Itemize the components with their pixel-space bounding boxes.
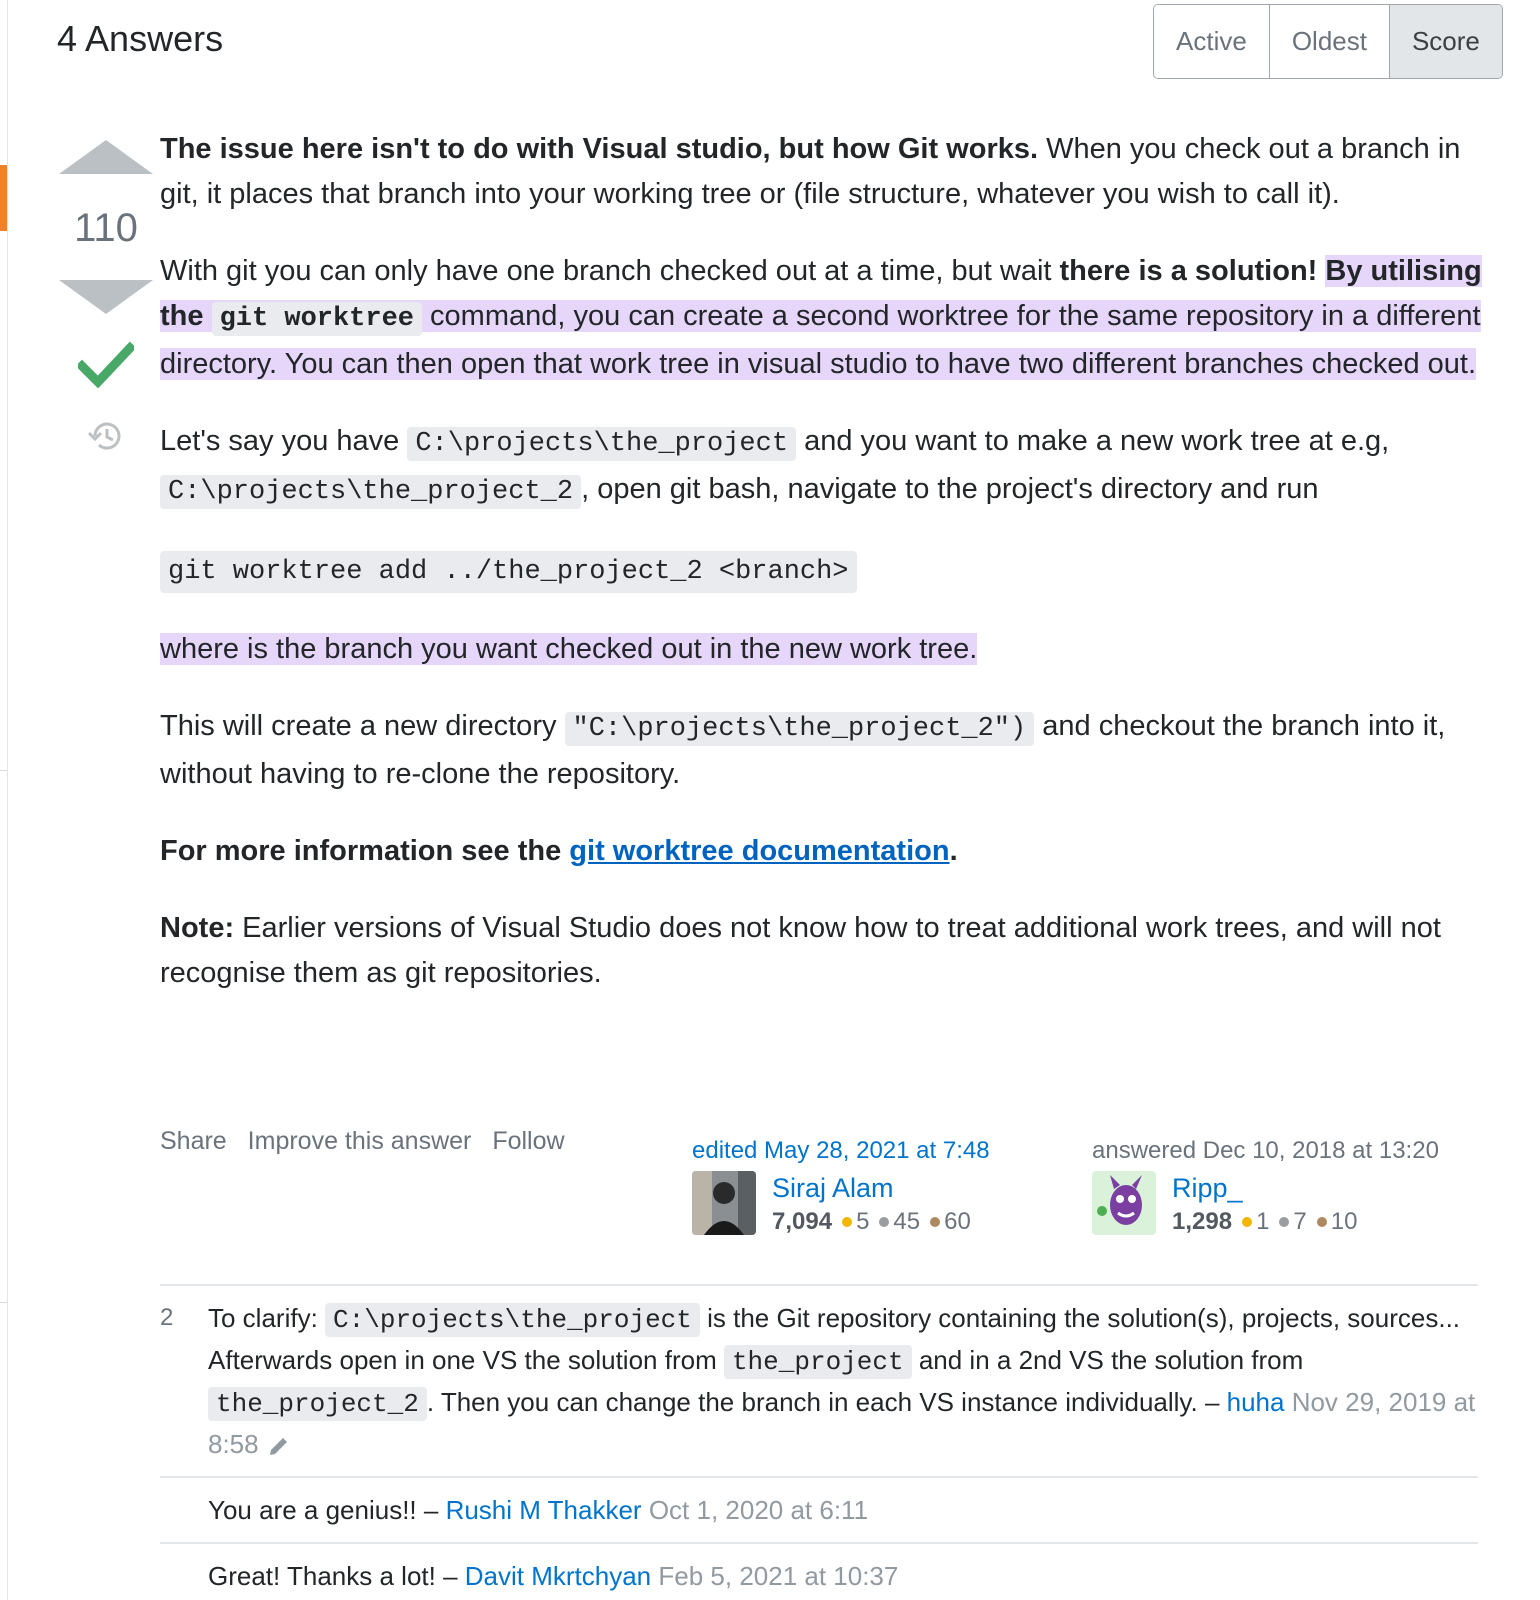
comment-body: To clarify: C:\projects\the_project is t…: [208, 1298, 1478, 1464]
bronze-badge-count: 10: [1330, 1208, 1358, 1235]
silver-badge-icon: [1279, 1216, 1290, 1227]
silver-badge-count: 7: [1293, 1208, 1307, 1235]
answer-paragraph: where is the branch you want checked out…: [160, 627, 1490, 672]
gold-badge-icon: [842, 1216, 853, 1227]
sort-tabs: Active Oldest Score: [1153, 4, 1503, 79]
answer-paragraph: This will create a new directory "C:\pro…: [160, 704, 1490, 797]
silver-badge-icon: [879, 1216, 890, 1227]
paragraph-text: This will create a new directory: [160, 710, 565, 742]
comment-score: [160, 1490, 208, 1530]
comment-text: . Then you can change the branch in each…: [426, 1387, 1227, 1417]
comment-text: You are a genius!! –: [208, 1495, 446, 1525]
paragraph-text: With git you can only have one branch ch…: [160, 255, 1060, 287]
emphasis-text: there is a solution!: [1059, 255, 1318, 287]
gold-badge-count: 5: [856, 1208, 870, 1235]
user-reputation: 1,298 1 7 10: [1172, 1205, 1357, 1239]
inline-code: the_project_2: [208, 1387, 427, 1421]
code-block-text: git worktree add ../the_project_2 <branc…: [160, 551, 857, 593]
edited-timestamp-link[interactable]: edited May 28, 2021 at 7:48: [692, 1137, 990, 1165]
code-block: git worktree add ../the_project_2 <branc…: [160, 547, 1490, 593]
inline-code: git worktree: [211, 302, 422, 336]
comment-text: To clarify:: [208, 1303, 326, 1333]
comment-item: 2 To clarify: C:\projects\the_project is…: [160, 1286, 1478, 1478]
comments-list: 2 To clarify: C:\projects\the_project is…: [160, 1284, 1478, 1600]
reputation-score: 1,298: [1172, 1208, 1233, 1235]
gold-badge-icon: [1242, 1216, 1253, 1227]
comment-body: You are a genius!! – Rushi M Thakker Oct…: [208, 1490, 1478, 1530]
emphasis-text: Note:: [160, 912, 235, 944]
answer-paragraph: Let's say you have C:\projects\the_proje…: [160, 419, 1490, 515]
reputation-score: 7,094: [772, 1208, 833, 1235]
post-menu: Share Improve this answer Follow: [160, 1127, 579, 1156]
vote-cell: 110: [58, 140, 154, 454]
user-reputation: 7,094 5 45 60: [772, 1205, 971, 1239]
paragraph-text: , open git bash, navigate to the project…: [581, 473, 1319, 505]
arrow-down-icon[interactable]: [59, 280, 153, 314]
answers-page: 4 Answers Active Oldest Score 110 The is…: [0, 0, 1540, 1600]
emphasis-text: .: [949, 835, 958, 867]
history-icon[interactable]: [86, 418, 126, 454]
sort-tab-active[interactable]: Active: [1154, 5, 1270, 78]
arrow-up-icon[interactable]: [59, 140, 153, 174]
answer-body: The issue here isn't to do with Visual s…: [160, 127, 1490, 1028]
avatar[interactable]: [1092, 1171, 1156, 1235]
left-sidebar-accent: [0, 165, 7, 231]
comment-user-link[interactable]: huha: [1227, 1387, 1285, 1417]
left-sidebar-border: [7, 0, 8, 1600]
bronze-badge-icon: [1316, 1216, 1327, 1227]
comment-text: and in a 2nd VS the solution from: [911, 1345, 1304, 1375]
emphasis-text: For more information see the: [160, 835, 570, 867]
answer-paragraph: With git you can only have one branch ch…: [160, 249, 1490, 387]
improve-answer-link[interactable]: Improve this answer: [248, 1127, 472, 1155]
answers-count-heading: 4 Answers: [57, 18, 224, 59]
bronze-badge-count: 60: [944, 1208, 971, 1235]
answer-paragraph: For more information see the git worktre…: [160, 829, 1490, 874]
comment-item: Great! Thanks a lot! – Davit Mkrtchyan F…: [160, 1544, 1478, 1600]
sort-tab-oldest[interactable]: Oldest: [1269, 5, 1390, 78]
checkmark-icon: [78, 341, 134, 388]
answered-timestamp: answered Dec 10, 2018 at 13:20: [1092, 1137, 1439, 1164]
author-signature: answered Dec 10, 2018 at 13:20 Ripp_ 1,2…: [1092, 1137, 1439, 1239]
left-sidebar-tick: [0, 770, 7, 771]
silver-badge-count: 45: [893, 1208, 921, 1235]
inline-code: C:\projects\the_project: [325, 1303, 700, 1337]
comment-user-link[interactable]: Rushi M Thakker: [446, 1495, 642, 1525]
answer-paragraph: The issue here isn't to do with Visual s…: [160, 127, 1490, 217]
left-sidebar-tick: [0, 1302, 7, 1303]
highlighted-text: where is the branch you want checked out…: [160, 633, 978, 665]
follow-link[interactable]: Follow: [492, 1127, 564, 1155]
inline-code: C:\projects\the_project_2: [160, 475, 582, 509]
comment-user-link[interactable]: Davit Mkrtchyan: [465, 1561, 651, 1591]
inline-code: the_project: [723, 1345, 912, 1379]
avatar[interactable]: [692, 1171, 756, 1235]
paragraph-text: and you want to make a new work tree at …: [796, 425, 1390, 457]
comment-body: Great! Thanks a lot! – Davit Mkrtchyan F…: [208, 1556, 1478, 1596]
inline-code: C:\projects\the_project: [407, 427, 797, 461]
comment-item: You are a genius!! – Rushi M Thakker Oct…: [160, 1478, 1478, 1544]
paragraph-text: Let's say you have: [160, 425, 408, 457]
comment-date[interactable]: Oct 1, 2020 at 6:11: [642, 1495, 868, 1525]
comment-score: [160, 1556, 208, 1596]
vote-count: 110: [74, 206, 138, 250]
emphasis-text: The issue here isn't to do with Visual s…: [160, 133, 1039, 165]
comment-score: 2: [160, 1304, 174, 1331]
sort-tab-score[interactable]: Score: [1389, 5, 1502, 78]
paragraph-text: Earlier versions of Visual Studio does n…: [160, 912, 1441, 989]
editor-signature: edited May 28, 2021 at 7:48 Siraj Alam 7…: [692, 1137, 990, 1239]
share-link[interactable]: Share: [160, 1127, 227, 1155]
gold-badge-count: 1: [1256, 1208, 1270, 1235]
documentation-link[interactable]: git worktree documentation: [569, 835, 949, 867]
comment-text: Great! Thanks a lot! –: [208, 1561, 465, 1591]
inline-code: "C:\projects\the_project_2"): [564, 712, 1035, 746]
user-name-link[interactable]: Ripp_: [1172, 1171, 1357, 1205]
comment-date[interactable]: Feb 5, 2021 at 10:37: [651, 1561, 898, 1591]
pencil-icon: [269, 1438, 287, 1456]
bronze-badge-icon: [930, 1216, 941, 1227]
answer-paragraph: Note: Earlier versions of Visual Studio …: [160, 906, 1490, 996]
user-name-link[interactable]: Siraj Alam: [772, 1171, 971, 1205]
